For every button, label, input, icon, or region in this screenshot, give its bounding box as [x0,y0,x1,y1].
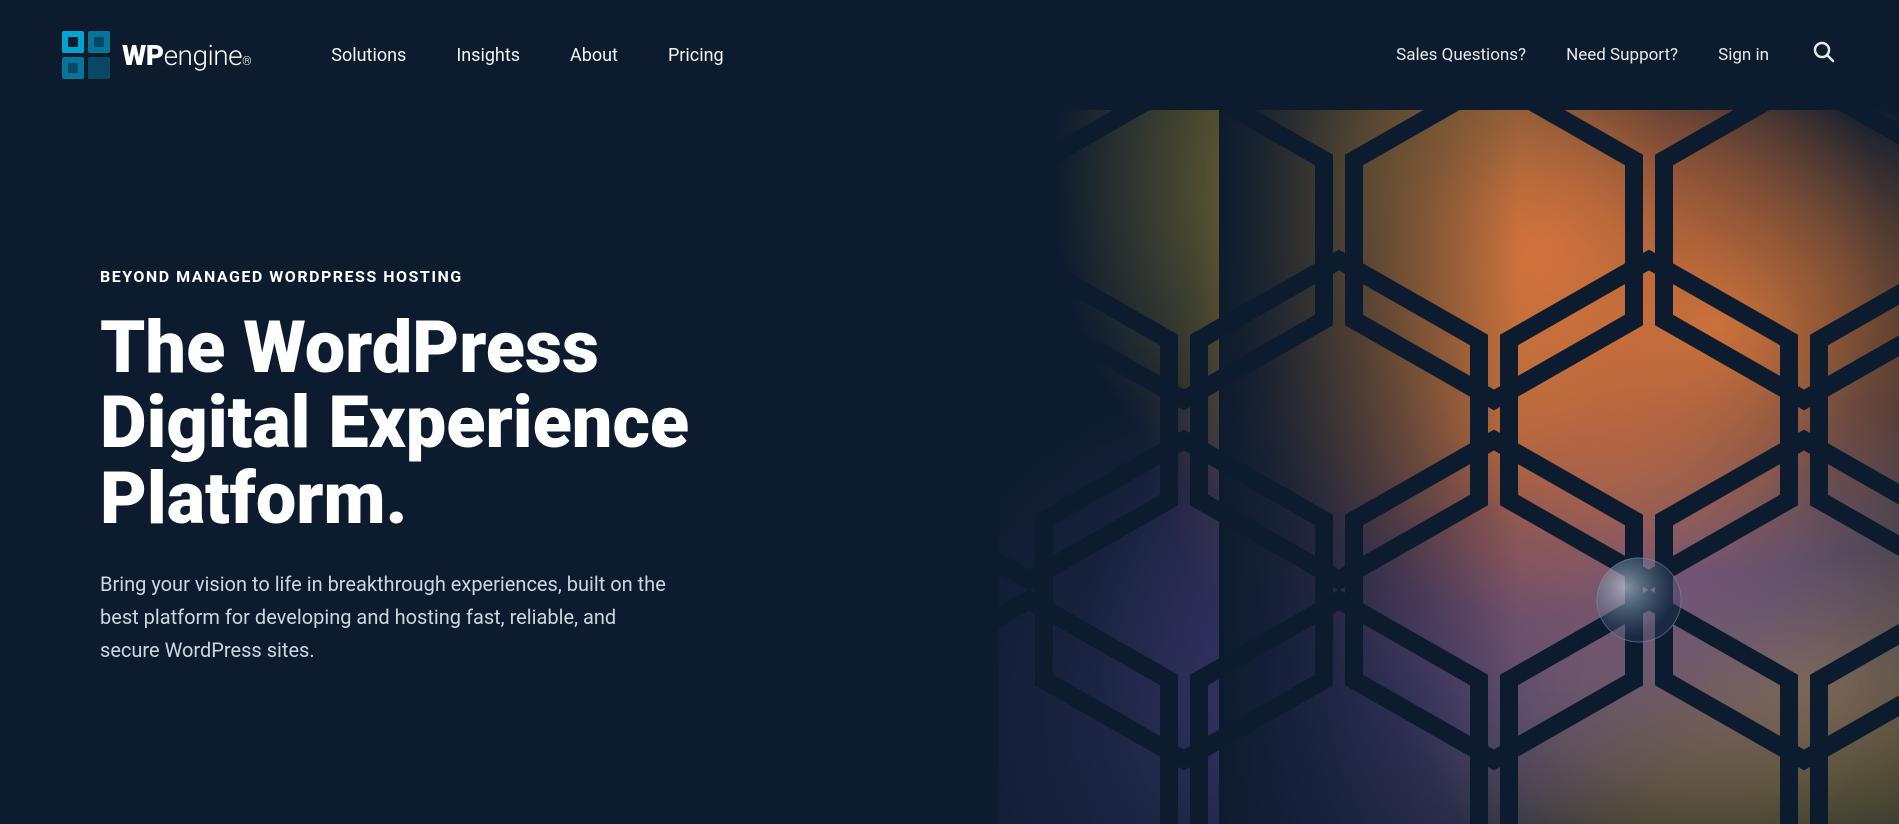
wpengine-logo-icon [60,29,112,81]
hero-description: Bring your vision to life in breakthroug… [100,568,680,667]
hex-grid-svg [999,110,1899,824]
search-button[interactable] [1809,37,1839,73]
nav-signin[interactable]: Sign in [1718,45,1769,65]
nav-pricing[interactable]: Pricing [668,45,724,66]
logo-engine: engine [164,39,243,72]
nav-solutions[interactable]: Solutions [331,45,406,66]
logo[interactable]: WPengine® [60,29,251,81]
navbar: WPengine® Solutions Insights About Prici… [0,0,1899,110]
nav-main-links: Solutions Insights About Pricing [331,45,1396,66]
nav-insights[interactable]: Insights [456,45,520,66]
hero-section: BEYOND MANAGED WORDPRESS HOSTING The Wor… [0,110,1899,824]
hero-content: BEYOND MANAGED WORDPRESS HOSTING The Wor… [0,110,1044,824]
nav-right-links: Sales Questions? Need Support? Sign in [1396,37,1839,73]
nav-about[interactable]: About [570,45,618,66]
nav-sales[interactable]: Sales Questions? [1396,45,1526,65]
hero-title: The WordPress Digital Experience Platfor… [100,310,800,537]
logo-reg: ® [242,54,251,68]
nav-support[interactable]: Need Support? [1566,45,1678,65]
logo-wp: WP [122,39,164,72]
hero-eyebrow: BEYOND MANAGED WORDPRESS HOSTING [100,267,984,286]
search-icon [1813,41,1835,63]
logo-text: WPengine® [122,39,251,72]
